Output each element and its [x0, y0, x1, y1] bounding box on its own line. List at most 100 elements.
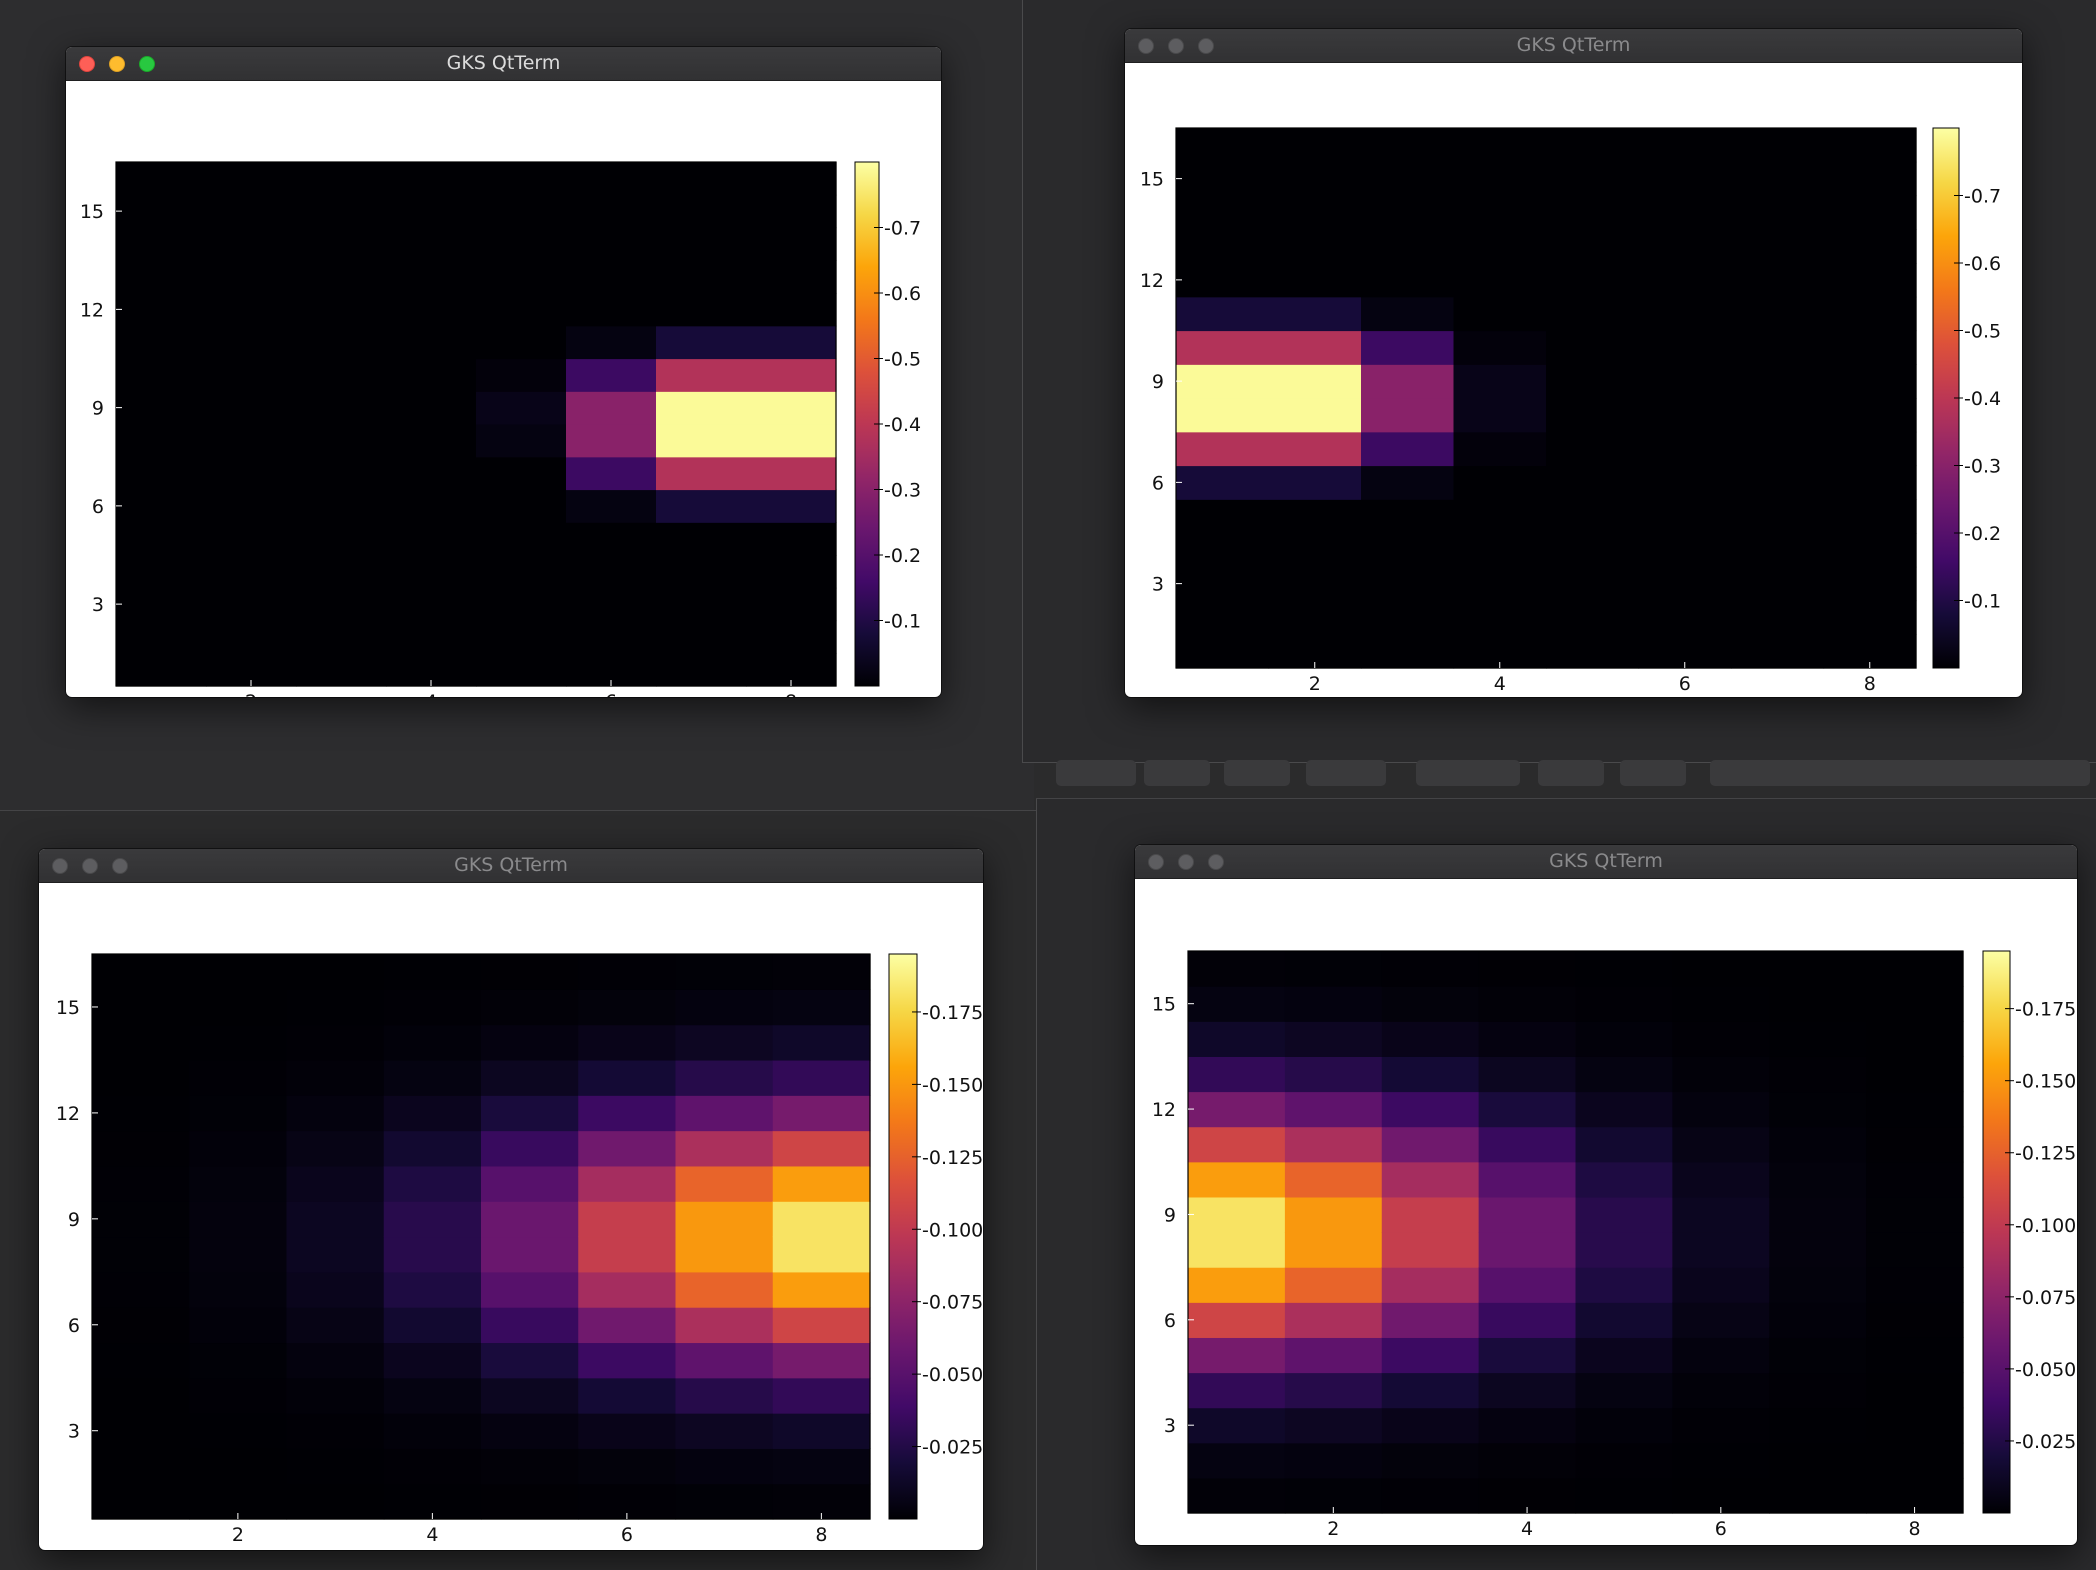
x-tick-label: 4 — [1521, 1518, 1533, 1540]
heatmap-cell — [1453, 600, 1547, 635]
heatmap-cell — [1866, 1021, 1964, 1057]
heatmap-cell — [1176, 499, 1270, 534]
heatmap-cell — [386, 522, 477, 556]
heatmap-cell — [1478, 1442, 1577, 1479]
heatmap-cell — [1478, 951, 1577, 987]
heatmap-cell — [1731, 499, 1825, 534]
heatmap-cell — [481, 954, 579, 990]
heatmap-cell — [1478, 1407, 1577, 1444]
heatmap-cell — [746, 194, 837, 229]
heatmap-cell — [675, 989, 774, 1026]
heatmap-cell — [1381, 1337, 1480, 1374]
heatmap-cell — [772, 1165, 871, 1202]
heatmap-cell — [116, 293, 207, 327]
titlebar[interactable]: GKS QtTerm — [66, 47, 941, 81]
heatmap-cell — [92, 1024, 190, 1061]
heatmap-cell — [566, 522, 657, 556]
y-tick-label: 12 — [80, 299, 104, 321]
heatmap-cell — [578, 1095, 677, 1132]
heatmap-cell — [476, 456, 567, 491]
qtterm-window-top-left[interactable]: GKS QtTerm 2 4 6 8 3 6 9 12 15 -0.1 -0.2 -0.3 -0.4 -0… — [66, 47, 941, 697]
heatmap-cell — [772, 1307, 871, 1344]
x-tick-label: 8 — [785, 691, 797, 697]
heatmap-cell — [1575, 1302, 1673, 1338]
heatmap-cell — [566, 293, 657, 327]
heatmap-cell — [1478, 1232, 1577, 1268]
heatmap-cell — [1381, 986, 1480, 1022]
heatmap-cell — [1188, 1161, 1286, 1198]
heatmap-cell — [1546, 195, 1640, 230]
heatmap-cell — [296, 325, 387, 360]
heatmap-cell — [481, 1059, 579, 1096]
heatmap-cell — [383, 1059, 482, 1096]
heatmap-cell — [386, 293, 477, 327]
heatmap-cell — [675, 1095, 774, 1132]
heatmap-cell — [1638, 229, 1732, 264]
heatmap-cell — [1638, 161, 1732, 197]
heatmap-cell — [1188, 1477, 1286, 1514]
heatmap-cell — [296, 391, 387, 425]
heatmap-cell — [1866, 1442, 1964, 1479]
heatmap-cell — [1453, 128, 1547, 163]
heatmap-cell — [1478, 1091, 1577, 1128]
heatmap-cell — [1731, 465, 1825, 500]
titlebar[interactable]: GKS QtTerm — [1125, 29, 2022, 63]
heatmap-cells — [1176, 128, 1917, 669]
heatmap-cell — [1381, 1407, 1480, 1444]
heatmap-cell — [656, 227, 747, 261]
heatmap-cell — [296, 194, 387, 229]
heatmap-cell — [286, 1201, 385, 1238]
heatmap-cell — [386, 456, 477, 491]
heatmap-cell — [1478, 1056, 1577, 1093]
qtterm-window-bottom-right[interactable]: GKS QtTerm 2 4 6 8 3 6 9 12 15 -0.025 -0.050 -0.075… — [1135, 845, 2077, 1545]
heatmap-cell — [1381, 1232, 1480, 1268]
heatmap-cell — [296, 587, 387, 622]
heatmap-cell — [1823, 465, 1917, 500]
heatmap-cell — [116, 456, 207, 491]
heatmap-cell — [1381, 1302, 1480, 1338]
y-tick-label: 6 — [92, 496, 104, 518]
colorbar-tick-label: -0.2 — [1964, 523, 2001, 545]
heatmap-cell — [1176, 398, 1270, 433]
y-tick-label: 12 — [1152, 1099, 1176, 1121]
heatmap-cell — [481, 1377, 579, 1414]
heatmap-cell — [1638, 431, 1732, 467]
heatmap-cell — [772, 1059, 871, 1096]
heatmap-cell — [476, 555, 567, 589]
heatmap-cell — [1176, 431, 1270, 467]
colorbar — [1982, 950, 2011, 1514]
colorbar-tick-label: -0.3 — [884, 480, 921, 502]
heatmap-cell — [1361, 465, 1455, 500]
titlebar[interactable]: GKS QtTerm — [1135, 845, 2077, 879]
heatmap-cell — [116, 555, 207, 589]
heatmap-cell — [1381, 1161, 1480, 1198]
heatmap-cell — [189, 1165, 288, 1202]
colorbar-tick-label: -0.050 — [922, 1364, 983, 1386]
heatmap-cell — [1731, 634, 1825, 669]
heatmap-cell — [1188, 1196, 1286, 1233]
heatmap-cell — [578, 1307, 677, 1344]
heatmap-cell — [1546, 263, 1640, 298]
heatmap-cell — [1638, 600, 1732, 635]
heatmap-cell — [1769, 1267, 1867, 1303]
titlebar[interactable]: GKS QtTerm — [39, 849, 983, 883]
colorbar-tick-label: -0.1 — [884, 611, 921, 633]
heatmap-cell — [481, 1448, 579, 1485]
heatmap-cell — [1361, 566, 1455, 602]
heatmap-cell — [1769, 1161, 1867, 1198]
heatmap-cell — [1268, 499, 1362, 534]
heatmap-cell — [386, 424, 477, 458]
heatmap-cell — [675, 954, 774, 990]
heatmap-cell — [1361, 533, 1455, 568]
heatmap-cell — [1453, 229, 1547, 264]
qtterm-window-top-right[interactable]: GKS QtTerm 2 4 6 8 3 6 9 12 15 -0.1 -0.2 -0.3 -0.4 -0… — [1125, 29, 2022, 697]
heatmap-cell — [1284, 1091, 1383, 1128]
heatmap-cell — [566, 227, 657, 261]
heatmap-cell — [296, 162, 387, 196]
heatmap-cell — [1575, 1477, 1673, 1514]
y-tick-label: 9 — [1152, 371, 1164, 393]
heatmap-cell — [1769, 1091, 1867, 1128]
heatmap-cell — [1188, 1267, 1286, 1303]
qtterm-window-bottom-left[interactable]: GKS QtTerm 2 4 6 8 3 6 9 12 15 -0.025 -0.050 -0.075… — [39, 849, 983, 1550]
heatmap-cell — [1823, 600, 1917, 635]
